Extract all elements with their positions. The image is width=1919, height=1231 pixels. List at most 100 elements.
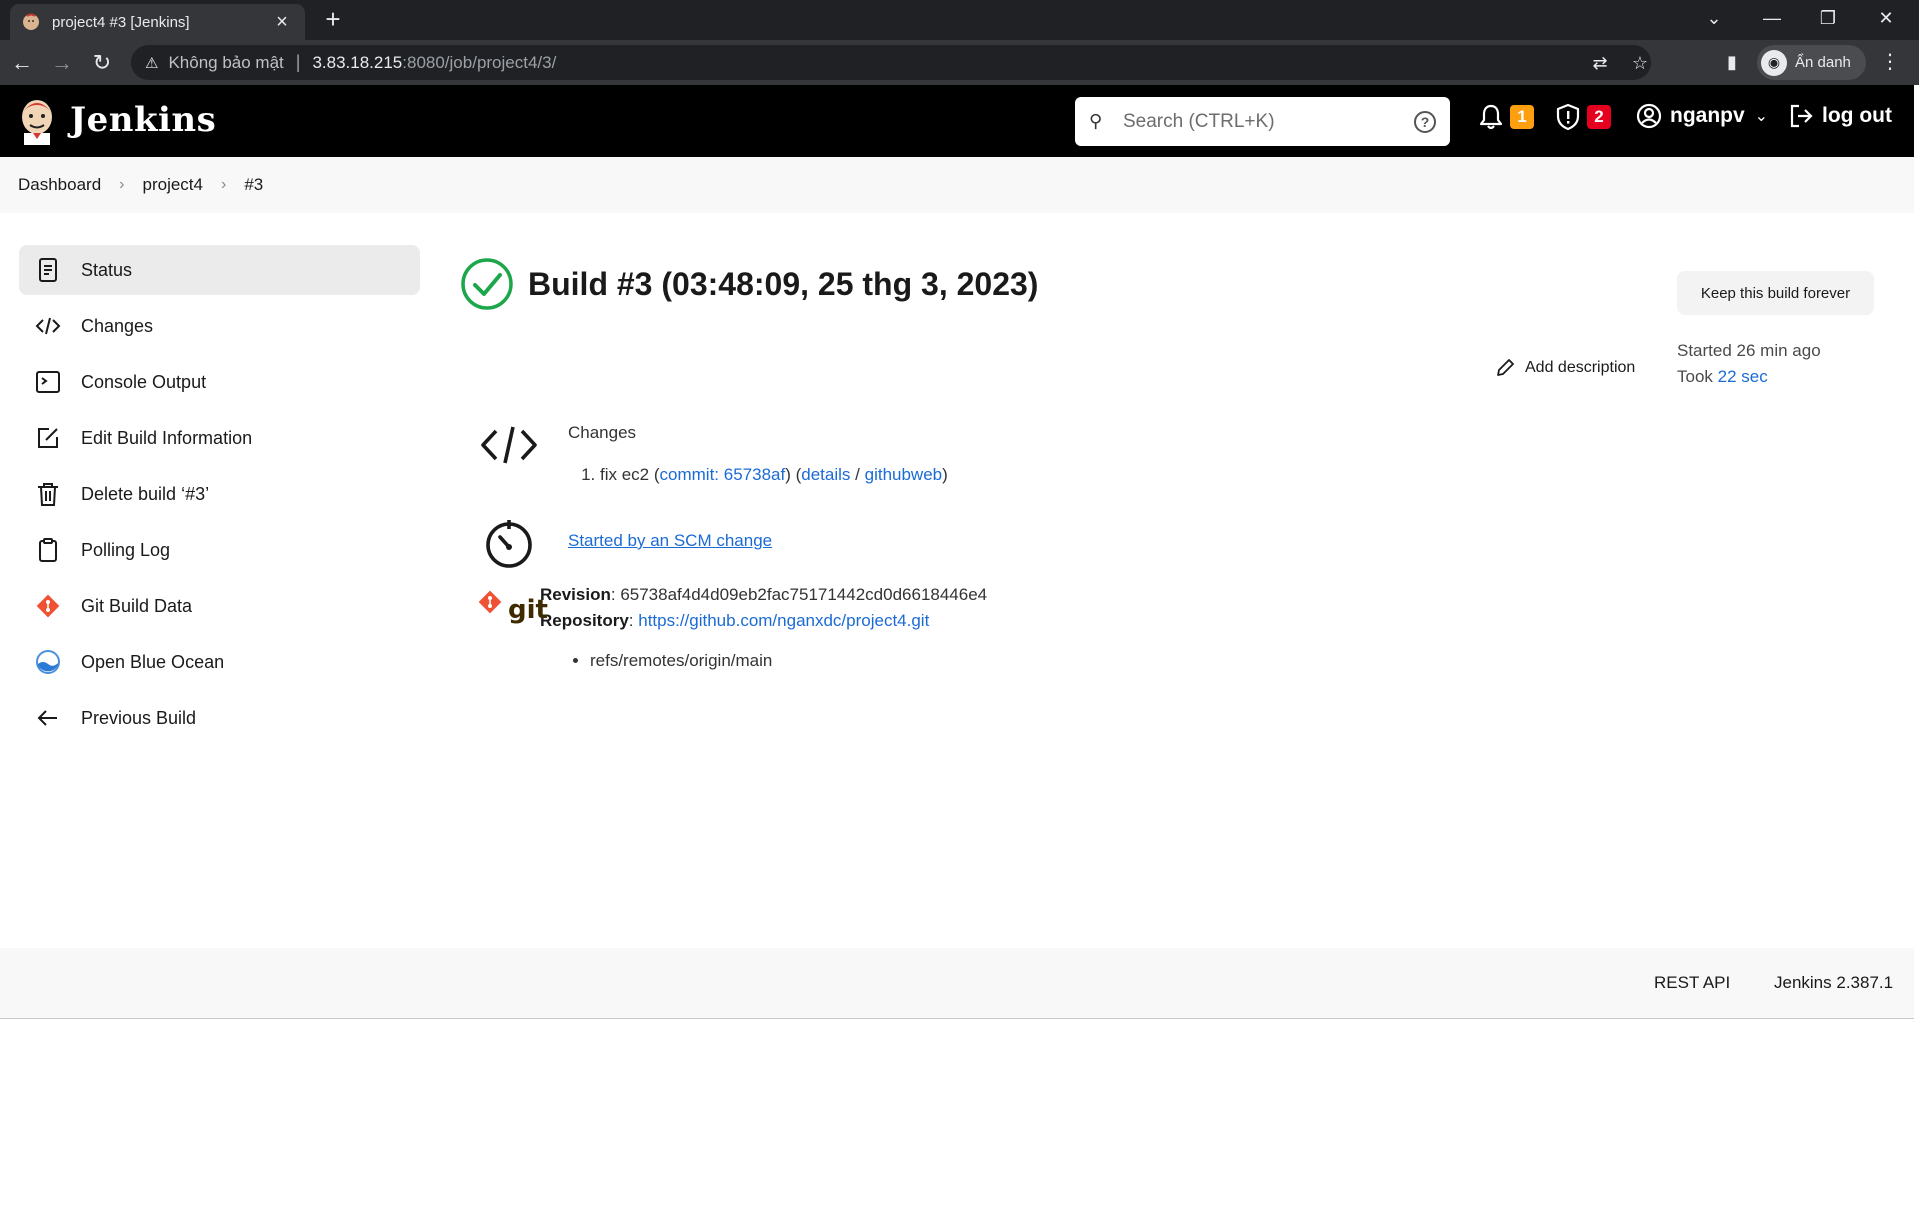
jenkins-header: Jenkins ⚲ ? 1 2 nganpv ⌄ log out [0,85,1919,157]
code-icon [35,313,61,339]
star-icon[interactable]: ☆ [1629,53,1651,74]
clipboard-icon [35,537,61,563]
url-separator: | [295,52,301,72]
jenkins-wordmark: Jenkins [70,100,217,140]
new-tab-button[interactable]: + [318,4,348,34]
terminal-icon [35,369,61,395]
notifications-button[interactable]: 1 [1478,103,1534,131]
git-section: Revision: 65738af4d4d09eb2fac75171442cd0… [478,585,987,671]
help-icon[interactable]: ? [1414,110,1436,133]
git-icon [35,593,61,619]
changes-content: Changes fix ec2 (commit: 65738af) (detai… [568,423,948,485]
search-box[interactable]: ⚲ ? [1075,97,1450,146]
breadcrumb: Dashboard › project4 › #3 [18,175,263,195]
revision-value: 65738af4d4d09eb2fac75171442cd0d6618446e4 [620,585,988,604]
warning-icon: ⚠ [145,54,159,72]
sidebar-item-polling-log[interactable]: Polling Log [19,525,420,575]
sidebar-item-delete-build[interactable]: Delete build ‘#3’ [19,469,420,519]
logout-icon [1790,104,1813,128]
reload-icon[interactable]: ↻ [86,47,118,79]
add-description-button[interactable]: Add description [1495,358,1635,378]
bell-icon [1479,104,1503,130]
pencil-icon [1497,359,1514,376]
success-check-icon [461,258,513,310]
shield-icon [1556,103,1580,131]
sidebar-item-label: Edit Build Information [81,427,253,448]
sidebar-item-changes[interactable]: Changes [19,301,420,351]
browser-tab[interactable]: project4 #3 [Jenkins] × [10,4,305,40]
main-panel: Build #3 (03:48:09, 25 thg 3, 2023) Keep… [460,245,1880,945]
logout-button[interactable]: log out [1788,103,1892,129]
address-bar[interactable]: ⚠ Không bảo mật | 3.83.18.215 :8080/job/… [131,45,1651,80]
sidebar-item-edit-build-information[interactable]: Edit Build Information [19,413,420,463]
list-item: fix ec2 (commit: 65738af) (details / git… [600,465,948,485]
forward-icon[interactable]: → [46,47,78,79]
sidebar-item-label: Changes [81,315,154,336]
url-path: :8080/job/project4/3/ [402,52,557,72]
jenkins-version-link[interactable]: Jenkins 2.387.1 [1774,973,1893,993]
timer-icon [478,517,540,579]
rest-api-link[interactable]: REST API [1654,973,1730,993]
security-alerts-button[interactable]: 2 [1555,103,1611,131]
keep-build-forever-button[interactable]: Keep this build forever [1677,271,1874,315]
scm-change-link[interactable]: Started by an SCM change [568,531,772,550]
change-list: fix ec2 (commit: 65738af) (details / git… [600,465,948,485]
security-label: Không bảo mật [168,52,284,72]
incognito-profile-button[interactable]: ◉ Ẩn danh [1757,45,1866,80]
browser-menu-icon[interactable]: ⋮ [1880,49,1900,74]
status-icon [35,257,61,283]
details-link[interactable]: details [801,465,850,484]
githubweb-link[interactable]: githubweb [865,465,943,484]
sidebar-item-git-build-data[interactable]: Git Build Data [19,581,420,631]
restore-icon[interactable]: ❐ [1808,4,1848,32]
tab-close-icon[interactable]: × [271,11,293,34]
changes-section: Changes fix ec2 (commit: 65738af) (detai… [478,423,948,485]
link-separator: / [855,465,860,484]
chevron-right-icon: › [220,176,227,193]
arrow-left-icon [35,705,61,731]
breadcrumb-bar: Dashboard › project4 › #3 [0,157,1914,213]
tab-search-icon[interactable]: ⌄ [1694,4,1734,32]
commit-link[interactable]: commit: 65738af [660,465,786,484]
sidebar-item-status[interactable]: Status [19,245,420,295]
sidebar-item-previous-build[interactable]: Previous Build [19,693,420,743]
browser-toolbar: ← → ↻ ⚠ Không bảo mật | 3.83.18.215 :808… [0,40,1919,85]
revision-label: Revision [540,585,611,604]
sidebar-item-console-output[interactable]: Console Output [19,357,420,407]
jenkins-butler-icon [22,100,52,145]
build-title-row: Build #3 (03:48:09, 25 thg 3, 2023) [460,257,1038,311]
jenkins-favicon-icon [23,13,39,30]
user-menu[interactable]: nganpv ⌄ [1636,103,1768,129]
sidebar-item-label: Status [81,259,133,280]
security-badge: 2 [1587,105,1611,129]
breadcrumb-project4[interactable]: project4 [143,175,203,195]
user-icon [1636,103,1662,129]
repository-link[interactable]: https://github.com/nganxdc/project4.git [638,611,929,630]
changes-heading: Changes [568,423,637,442]
duration-link[interactable]: 22 sec [1718,367,1768,386]
cause-section: Started by an SCM change [478,517,772,579]
trash-icon [35,481,61,507]
search-icon: ⚲ [1089,111,1103,131]
sidebar-item-label: Open Blue Ocean [81,651,225,672]
cause-content: Started by an SCM change [568,517,772,579]
side-panel-icon[interactable]: ▮ [1721,52,1743,73]
profile-label: Ẩn danh [1795,54,1851,71]
incognito-icon: ◉ [1761,49,1787,76]
repository-row: Repository: https://github.com/nganxdc/p… [540,611,930,630]
build-timing: Started 26 min ago Took 22 sec [1677,338,1821,390]
window-close-icon[interactable]: ✕ [1866,4,1906,32]
jenkins-logo[interactable]: Jenkins [18,95,216,145]
minimize-icon[interactable]: — [1752,4,1792,32]
back-icon[interactable]: ← [6,47,38,79]
translate-icon[interactable]: ⇄ [1589,53,1611,74]
chevron-right-icon: › [119,176,125,193]
started-text: Started 26 min ago [1677,341,1821,360]
page-footer: REST API Jenkins 2.387.1 [0,948,1914,1019]
add-description-label: Add description [1525,359,1636,376]
took-line: Took 22 sec [1677,364,1821,390]
sidebar-item-open-blue-ocean[interactable]: Open Blue Ocean [19,637,420,687]
breadcrumb-build-3[interactable]: #3 [244,175,263,195]
search-input[interactable] [1123,110,1414,133]
breadcrumb-dashboard[interactable]: Dashboard [18,175,101,195]
